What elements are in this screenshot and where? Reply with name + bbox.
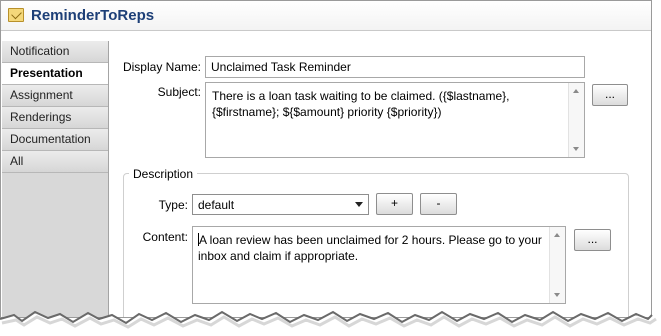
subject-scrollbar[interactable] <box>568 83 584 157</box>
type-select[interactable]: default <box>192 194 369 215</box>
content-edit-button[interactable]: ... <box>574 229 611 251</box>
tab-documentation[interactable]: Documentation <box>2 129 108 151</box>
scroll-down-icon[interactable] <box>573 147 579 151</box>
tab-all[interactable]: All <box>2 151 108 173</box>
tab-notification[interactable]: Notification <box>2 41 108 63</box>
subject-label: Subject: <box>157 85 201 99</box>
content-label: Content: <box>142 230 188 244</box>
scroll-up-icon[interactable] <box>554 233 560 237</box>
content-textarea[interactable]: A loan review has been unclaimed for 2 h… <box>192 226 566 304</box>
tab-renderings[interactable]: Renderings <box>2 107 108 129</box>
editor-window: ReminderToReps Notification Presentation… <box>0 0 652 318</box>
scroll-down-icon[interactable] <box>554 293 560 297</box>
add-type-button[interactable]: + <box>376 193 413 215</box>
torn-edge-decoration <box>0 310 657 336</box>
scroll-up-icon[interactable] <box>573 89 579 93</box>
sidebar-tabs: Notification Presentation Assignment Ren… <box>2 41 109 317</box>
content-text: A loan review has been unclaimed for 2 h… <box>198 233 542 263</box>
subject-textarea[interactable]: There is a loan task waiting to be claim… <box>205 82 585 158</box>
chevron-down-icon[interactable] <box>355 202 363 207</box>
subject-edit-button[interactable]: ... <box>592 84 628 106</box>
remove-type-button[interactable]: - <box>420 193 457 215</box>
envelope-icon <box>8 8 24 22</box>
content-scrollbar[interactable] <box>549 227 565 303</box>
tab-presentation[interactable]: Presentation <box>2 63 108 85</box>
display-name-label: Display Name: <box>122 60 201 74</box>
type-select-value: default <box>198 198 235 212</box>
subject-text: There is a loan task waiting to be claim… <box>212 89 510 119</box>
type-label: Type: <box>158 198 188 212</box>
window-title: ReminderToReps <box>31 7 155 24</box>
tab-assignment[interactable]: Assignment <box>2 85 108 107</box>
display-name-input[interactable]: Unclaimed Task Reminder <box>205 56 585 78</box>
title-bar: ReminderToReps <box>1 1 651 31</box>
description-legend: Description <box>129 167 198 181</box>
